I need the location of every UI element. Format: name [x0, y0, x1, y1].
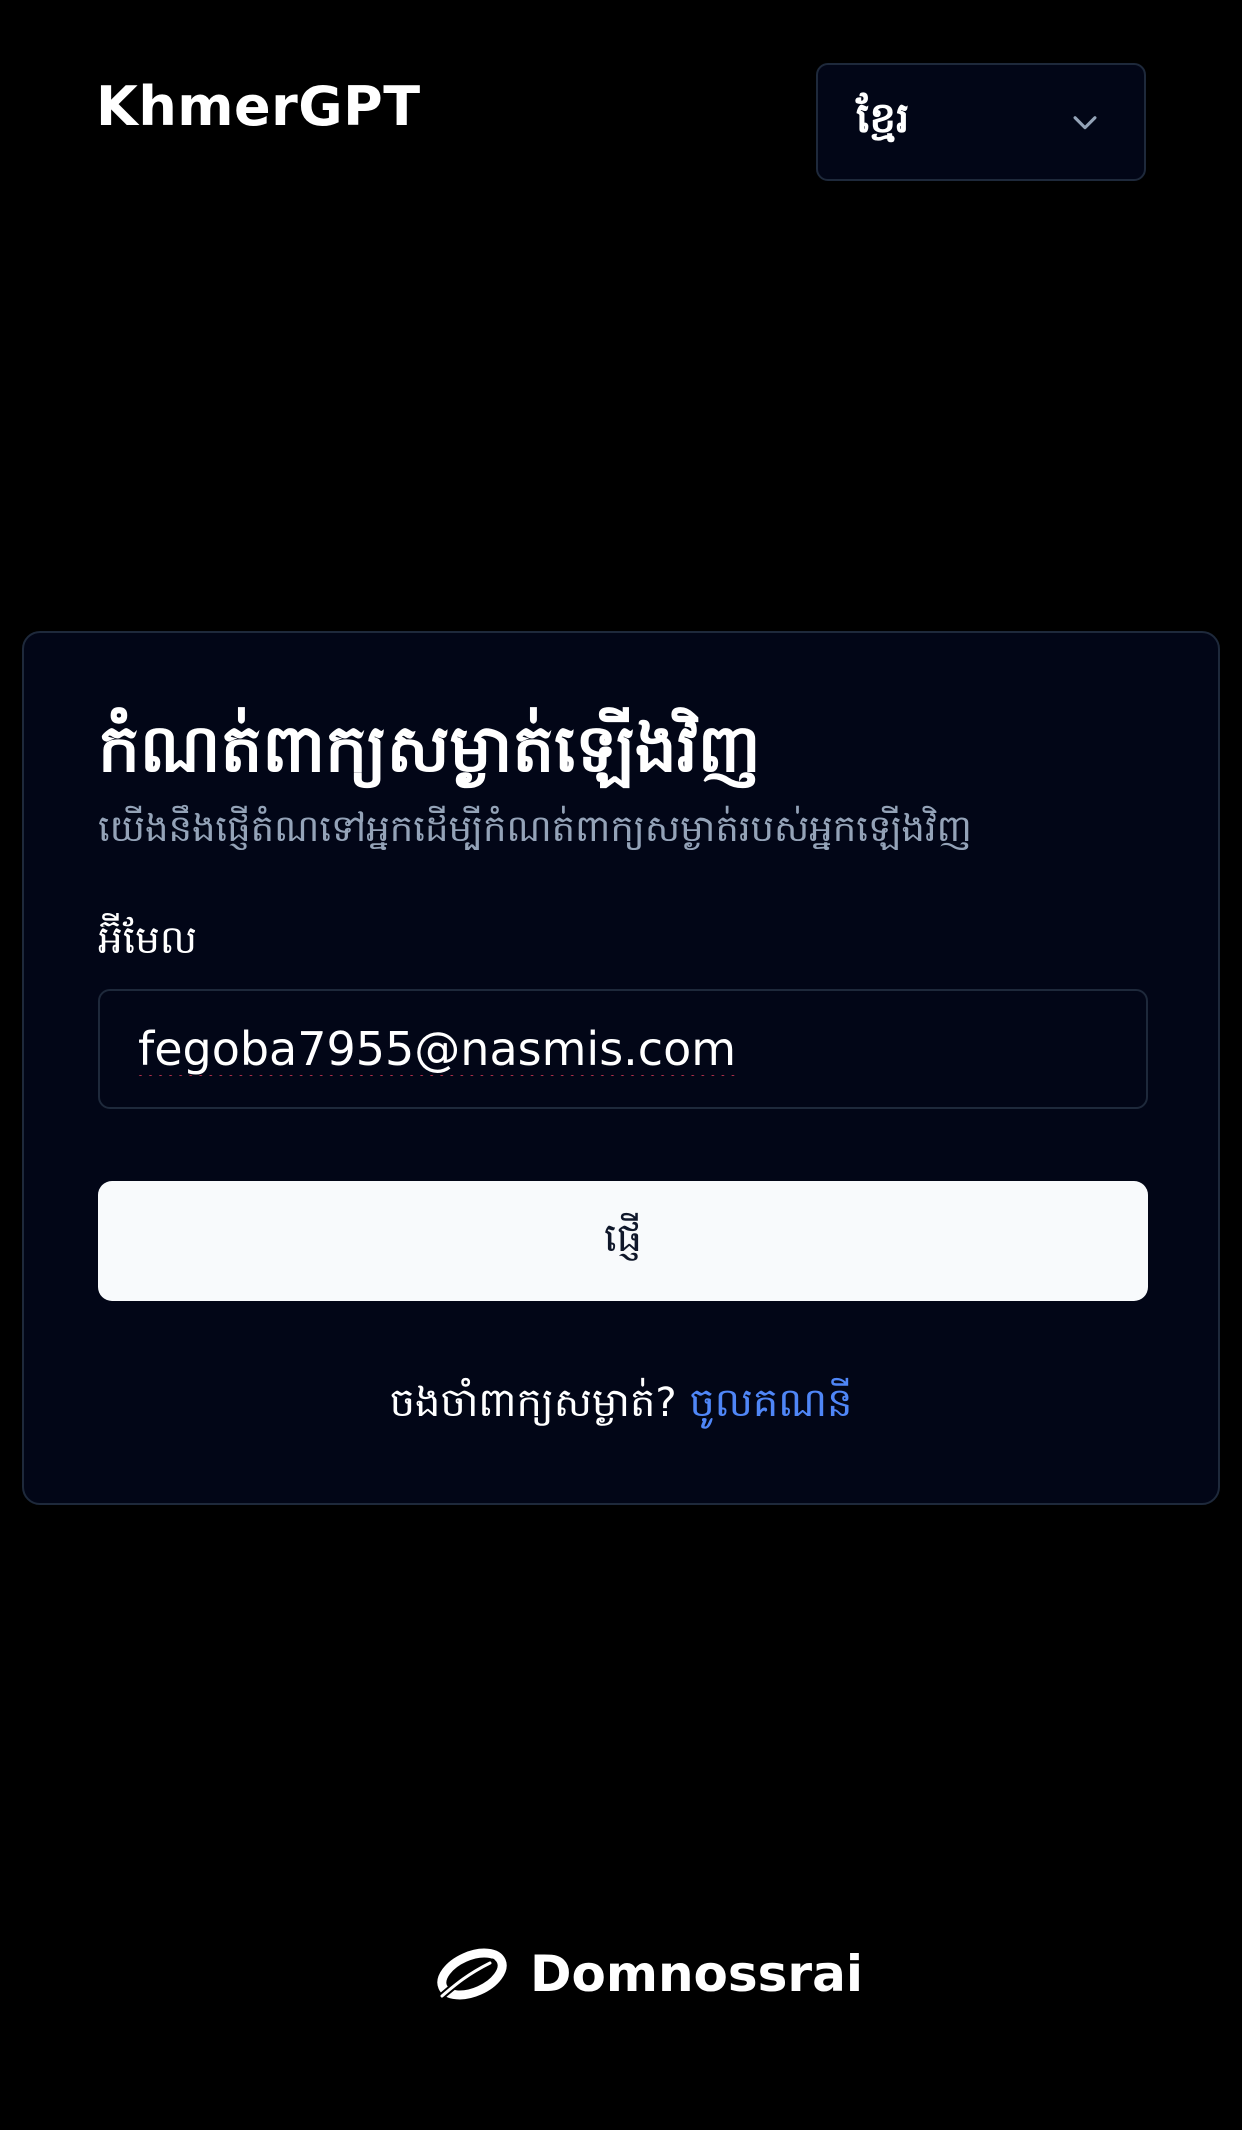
brand-title: KhmerGPT: [96, 75, 421, 138]
login-link[interactable]: ចូលគណនី: [689, 1380, 852, 1426]
reset-password-card: កំណត់ពាក្យសម្ងាត់ឡើងវិញ យើងនឹងផ្ញើតំណទៅអ…: [22, 631, 1220, 1505]
send-button[interactable]: ផ្ញើ: [98, 1181, 1148, 1301]
login-prompt: ចងចាំពាក្យសម្ងាត់? ចូលគណនី: [24, 1373, 1218, 1433]
language-select[interactable]: ខ្មែរ: [816, 63, 1146, 181]
email-field[interactable]: [98, 989, 1148, 1109]
chevron-down-icon: [1068, 105, 1102, 139]
remember-password-text: ចងចាំពាក្យសម្ងាត់?: [389, 1380, 677, 1426]
email-label: អ៊ីមែល: [98, 918, 198, 963]
page-title: កំណត់ពាក្យសម្ងាត់ឡើងវិញ: [98, 710, 761, 787]
language-select-value: ខ្មែរ: [856, 93, 910, 142]
footer-logo: Domnossrai: [434, 1944, 863, 2004]
page-subtitle: យើងនឹងផ្ញើតំណទៅអ្នកដើម្បីកំណត់ពាក្យសម្ងា…: [98, 807, 972, 850]
domnossrai-logo-icon: [434, 1944, 508, 2004]
footer-logo-text: Domnossrai: [530, 1945, 863, 2003]
